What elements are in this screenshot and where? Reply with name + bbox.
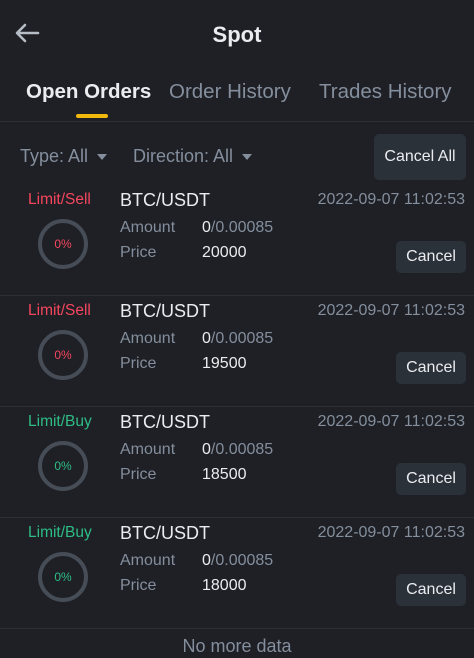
- amount-filled: 0: [202, 219, 211, 236]
- amount-total: /0.00085: [210, 330, 274, 347]
- price-label: Price: [120, 466, 157, 483]
- amount-value: 0/0.00085: [202, 330, 273, 348]
- fill-progress-ring: 0%: [38, 552, 88, 602]
- type-filter-dropdown[interactable]: Type: All: [20, 146, 108, 167]
- order-pair: BTC/USDT: [120, 190, 210, 210]
- order-row: Limit/Sell 0% BTC/USDT 2022-09-07 11:02:…: [0, 296, 474, 407]
- order-side: Limit/Buy: [28, 413, 92, 430]
- order-pair: BTC/USDT: [120, 412, 210, 432]
- amount-filled: 0: [202, 441, 211, 458]
- fill-progress-ring: 0%: [38, 219, 88, 269]
- direction-filter-dropdown[interactable]: Direction: All: [133, 146, 253, 167]
- direction-filter-label: Direction: All: [133, 146, 234, 166]
- order-time: 2022-09-07 11:02:53: [317, 524, 465, 541]
- cancel-order-button[interactable]: Cancel: [396, 352, 466, 384]
- price-label: Price: [120, 244, 157, 261]
- type-filter-label: Type: All: [20, 146, 89, 166]
- no-more-data-text: No more data: [182, 636, 292, 656]
- tab-order-history[interactable]: Order History: [169, 80, 291, 104]
- caret-down-icon: [242, 153, 253, 160]
- price-label: Price: [120, 577, 157, 594]
- order-time: 2022-09-07 11:02:53: [317, 191, 465, 208]
- price-value: 20000: [202, 244, 247, 261]
- price-value: 18500: [202, 466, 247, 483]
- amount-value: 0/0.00085: [202, 552, 273, 570]
- cancel-order-button[interactable]: Cancel: [396, 463, 466, 495]
- order-side: Limit/Sell: [28, 302, 91, 319]
- cancel-order-button[interactable]: Cancel: [396, 241, 466, 273]
- price-value: 18000: [202, 577, 247, 594]
- fill-progress-ring: 0%: [38, 441, 88, 491]
- amount-label: Amount: [120, 219, 176, 236]
- amount-label: Amount: [120, 330, 176, 347]
- price-label: Price: [120, 355, 157, 372]
- amount-total: /0.00085: [210, 552, 274, 569]
- fill-progress-ring: 0%: [38, 330, 88, 380]
- order-pair: BTC/USDT: [120, 523, 210, 543]
- order-row: Limit/Sell 0% BTC/USDT 2022-09-07 11:02:…: [0, 185, 474, 296]
- order-time: 2022-09-07 11:02:53: [317, 302, 465, 319]
- amount-total: /0.00085: [210, 441, 274, 458]
- amount-value: 0/0.00085: [202, 441, 273, 459]
- order-row: Limit/Buy 0% BTC/USDT 2022-09-07 11:02:5…: [0, 518, 474, 629]
- order-time: 2022-09-07 11:02:53: [317, 413, 465, 430]
- cancel-all-button[interactable]: Cancel All: [374, 134, 466, 180]
- amount-filled: 0: [202, 552, 211, 569]
- amount-value: 0/0.00085: [202, 219, 273, 237]
- top-bar: Spot: [0, 0, 474, 70]
- tab-open-orders[interactable]: Open Orders: [26, 80, 151, 104]
- amount-filled: 0: [202, 330, 211, 347]
- caret-down-icon: [97, 153, 108, 160]
- order-tabs: Open Orders Order History Trades History: [0, 76, 474, 122]
- amount-label: Amount: [120, 552, 176, 569]
- page-title: Spot: [212, 22, 262, 47]
- amount-total: /0.00085: [210, 219, 274, 236]
- order-side: Limit/Sell: [28, 191, 91, 208]
- cancel-order-button[interactable]: Cancel: [396, 574, 466, 606]
- tab-trades-history[interactable]: Trades History: [319, 80, 452, 104]
- order-pair: BTC/USDT: [120, 301, 210, 321]
- price-value: 19500: [202, 355, 247, 372]
- amount-label: Amount: [120, 441, 176, 458]
- order-row: Limit/Buy 0% BTC/USDT 2022-09-07 11:02:5…: [0, 407, 474, 518]
- order-side: Limit/Buy: [28, 524, 92, 541]
- active-tab-indicator: [76, 114, 108, 118]
